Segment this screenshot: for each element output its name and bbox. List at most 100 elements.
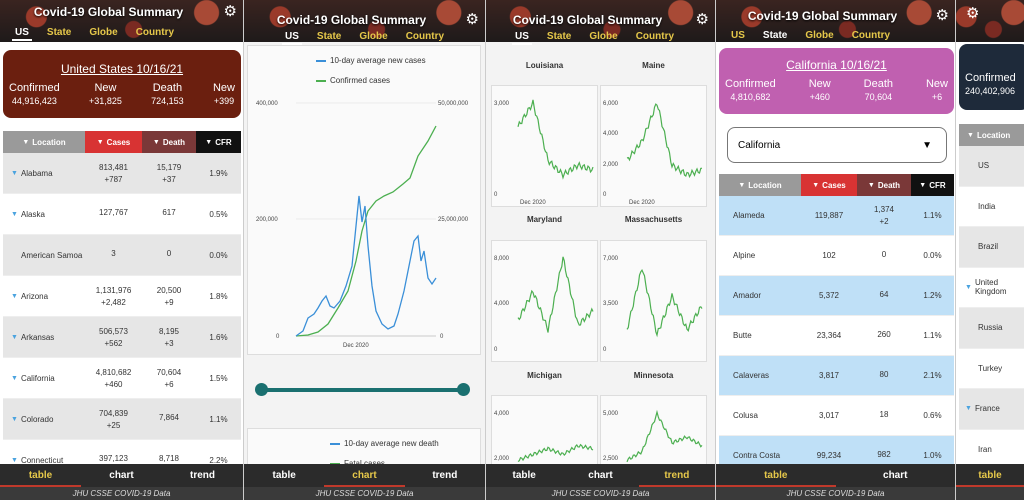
header-cfr[interactable]: ▼ CFR (911, 174, 954, 196)
cases-new: +2,482 (101, 297, 126, 307)
bottom-tab-table[interactable]: table (244, 464, 324, 487)
header-location[interactable]: ▼ Location (959, 124, 1024, 146)
header-location[interactable]: ▼ Location (3, 131, 85, 153)
table-row[interactable]: India (959, 186, 1024, 227)
summary-title[interactable]: California 10/16/21 (725, 58, 948, 72)
bottom-tab-table[interactable]: table (956, 464, 1024, 487)
tab-state[interactable]: State (759, 29, 791, 44)
date-range-slider[interactable] (255, 383, 470, 396)
trend-svg: 3,000 0 Dec 2020 (494, 99, 594, 206)
bottom-tab-chart[interactable]: chart (562, 464, 638, 487)
bottom-tab-table[interactable]: table (716, 464, 836, 487)
summary-title[interactable]: United States 10/16/21 (9, 62, 235, 76)
header-location[interactable]: ▼ Location (719, 174, 801, 196)
expand-caret-icon[interactable]: ▼ (965, 405, 972, 412)
death-value: 7,864 (158, 413, 180, 422)
expand-caret-icon[interactable]: ▼ (11, 170, 18, 177)
bottom-tab-chart[interactable]: chart (81, 464, 162, 487)
expand-caret-icon[interactable]: ▼ (11, 457, 18, 464)
expand-caret-icon[interactable]: ▼ (11, 293, 18, 300)
table-row[interactable]: ▼ France (959, 389, 1024, 430)
bottom-tab-trend[interactable]: trend (162, 464, 243, 487)
cases-value: 813,481 (99, 162, 128, 172)
bottom-tab-table[interactable]: table (0, 464, 81, 487)
tab-state[interactable]: State (314, 30, 344, 45)
table-row[interactable]: Brazil (959, 227, 1024, 268)
tab-country[interactable]: Country (849, 29, 893, 44)
location-name: US (978, 161, 990, 171)
bottom-tab-table[interactable]: table (486, 464, 562, 487)
tab-us[interactable]: US (728, 29, 748, 44)
tab-country[interactable]: Country (403, 30, 447, 45)
expand-caret-icon[interactable]: ▼ (11, 211, 18, 218)
table-row[interactable]: ▼ Alaska 127,767 617 0.5% (3, 194, 241, 235)
death-value: 982 (877, 449, 891, 459)
tab-us[interactable]: US (282, 30, 302, 45)
table-row[interactable]: ▼ Alabama 813,481 +787 15,179 +37 1.9% (3, 153, 241, 194)
tab-globe[interactable]: Globe (586, 30, 620, 45)
death-value: 70,604 (156, 367, 182, 377)
bottom-tab-trend[interactable]: trend (638, 464, 715, 487)
expand-caret-icon[interactable]: ▼ (11, 375, 18, 382)
tab-state[interactable]: State (544, 30, 574, 45)
table-row[interactable]: Colusa 3,017 18 0.6% (719, 396, 954, 436)
tab-globe[interactable]: Globe (802, 29, 836, 44)
table-row[interactable]: Russia (959, 308, 1024, 349)
tab-globe[interactable]: Globe (356, 30, 390, 45)
gear-icon[interactable]: ⚙ (966, 6, 979, 21)
table-row[interactable]: Calaveras 3,817 80 2.1% (719, 356, 954, 396)
header-death[interactable]: ▼ Death (857, 174, 911, 196)
death-value: 260 (877, 329, 891, 339)
death-value: 80 (879, 369, 889, 379)
gear-icon[interactable]: ⚙ (466, 12, 479, 27)
table-row[interactable]: ▼ Arizona 1,131,976 +2,482 20,500 +9 1.8% (3, 276, 241, 317)
table-row[interactable]: Alpine 102 0 0.0% (719, 236, 954, 276)
tab-us[interactable]: US (12, 26, 32, 41)
gear-icon[interactable]: ⚙ (936, 8, 949, 23)
table-row[interactable]: US (959, 146, 1024, 187)
expand-caret-icon[interactable]: ▼ (11, 334, 18, 341)
header-cfr[interactable]: ▼ CFR (196, 131, 241, 153)
tab-state[interactable]: State (44, 26, 74, 41)
gear-icon[interactable]: ⚙ (224, 4, 237, 19)
gear-icon[interactable]: ⚙ (696, 12, 709, 27)
tab-country[interactable]: Country (633, 30, 677, 45)
state-select[interactable]: California ▼ (727, 127, 947, 163)
table-row[interactable]: Alameda 119,887 1,374 +2 1.1% (719, 196, 954, 236)
location-name: American Samoa (21, 250, 83, 260)
death-value: 70,604 (864, 92, 893, 102)
table-row[interactable]: Amador 5,372 64 1.2% (719, 276, 954, 316)
table-row[interactable]: ▼ California 4,810,682 +460 70,604 +6 1.5% (3, 358, 241, 399)
state-select-value: California (738, 139, 781, 151)
header-cases[interactable]: ▼ Cases (85, 131, 142, 153)
location-name: Iran (978, 444, 992, 454)
trend-svg: 5,000 2,500 (603, 409, 703, 463)
bottom-tab-chart[interactable]: chart (836, 464, 956, 487)
trend-line (626, 269, 703, 338)
bottom-tab-trend[interactable]: trend (405, 464, 485, 487)
confirmed-label: Confirmed (965, 72, 1016, 84)
bottom-tab-chart[interactable]: chart (324, 464, 405, 487)
table-row[interactable]: American Samoa 3 0 0.0% (3, 235, 241, 276)
death-new: +6 (164, 379, 174, 389)
expand-caret-icon[interactable]: ▼ (965, 284, 972, 291)
tab-country[interactable]: Country (133, 26, 177, 41)
trend-svg: 4,000 2,000 (494, 411, 594, 463)
y-tick: 0 (603, 347, 607, 353)
y-tick: 5,000 (603, 411, 619, 417)
slider-handle-start[interactable] (255, 383, 268, 396)
tab-us[interactable]: US (512, 30, 532, 45)
expand-caret-icon[interactable]: ▼ (11, 416, 18, 423)
table-row[interactable]: Butte 23,364 260 1.1% (719, 316, 954, 356)
slider-handle-end[interactable] (457, 383, 470, 396)
tab-globe[interactable]: Globe (86, 26, 120, 41)
header-death[interactable]: ▼ Death (142, 131, 196, 153)
table-row[interactable]: ▼ United Kingdom (959, 267, 1024, 308)
location-name: Alameda (733, 211, 765, 220)
y-tick: 2,500 (603, 456, 619, 462)
table-row[interactable]: ▼ Arkansas 506,573 +562 8,195 +3 1.6% (3, 317, 241, 358)
new-label: New (808, 78, 831, 90)
table-row[interactable]: Turkey (959, 348, 1024, 389)
header-cases[interactable]: ▼ Cases (801, 174, 857, 196)
table-row[interactable]: ▼ Colorado 704,839 +25 7,864 1.1% (3, 399, 241, 440)
